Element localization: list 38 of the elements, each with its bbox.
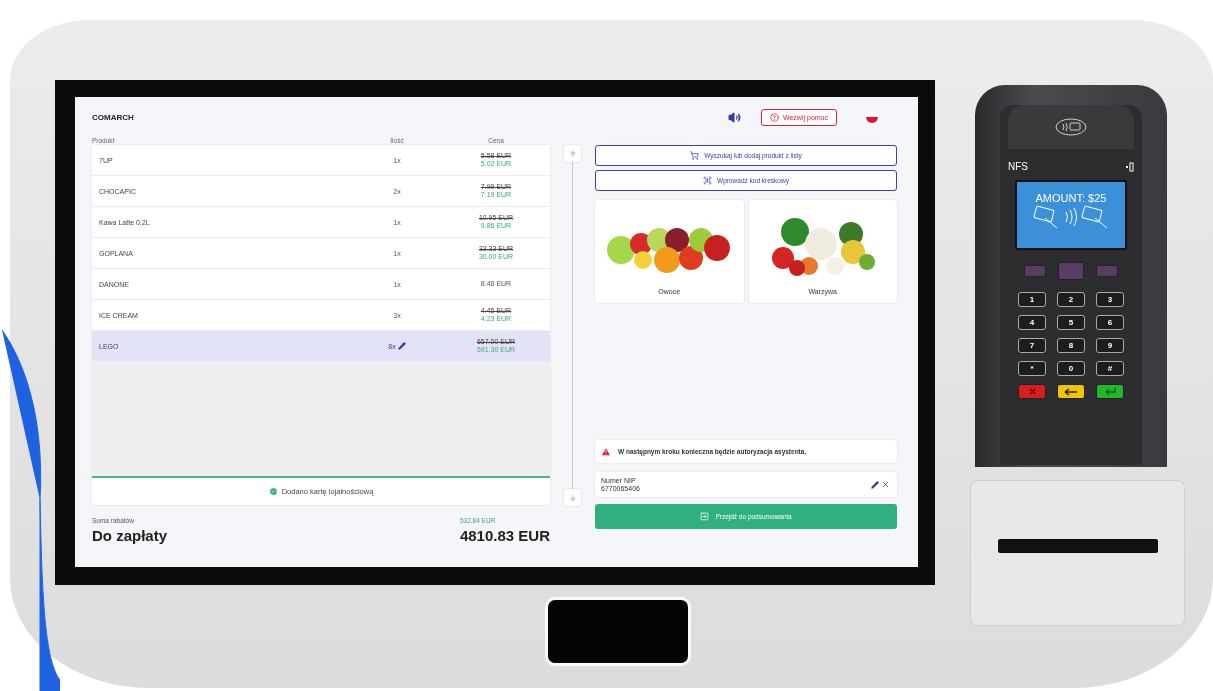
function-key — [1096, 265, 1118, 277]
keypad-key: * — [1018, 361, 1046, 376]
brand-name: COMARCH — [92, 112, 135, 122]
terminal-brand: NFS — [1008, 161, 1028, 172]
keypad-key: # — [1096, 361, 1124, 376]
cart-icon — [690, 151, 700, 160]
arrow-square-icon — [700, 512, 710, 521]
total-value: 4810.83 EUR — [459, 527, 550, 544]
keypad-key: 0 — [1057, 361, 1085, 376]
keypad-key: 5 — [1057, 315, 1085, 330]
warning-icon — [601, 446, 611, 457]
cross-icon — [1027, 387, 1037, 396]
keypad-key: 9 — [1096, 338, 1124, 353]
function-key — [1024, 265, 1046, 277]
battery-icon — [1126, 161, 1134, 172]
left-arrow-icon — [1064, 387, 1078, 396]
flag-icon[interactable] — [865, 110, 879, 124]
keypad-key: 3 — [1096, 292, 1124, 307]
speaker-icon[interactable] — [728, 110, 741, 124]
arrow-down-icon — [568, 493, 577, 502]
contactless-icon — [1054, 117, 1088, 137]
edit-icon[interactable] — [397, 342, 406, 350]
barcode-icon — [703, 176, 713, 185]
arrow-up-icon — [568, 149, 577, 158]
keypad-key: 2 — [1057, 292, 1085, 307]
close-button[interactable] — [880, 480, 891, 489]
keypad-key: 6 — [1096, 315, 1124, 330]
keypad-key: 4 — [1018, 315, 1046, 330]
help-icon — [770, 112, 779, 122]
display-amount: AMOUNT: $25 — [1035, 192, 1107, 204]
keypad-key: 7 — [1018, 338, 1046, 353]
check-icon — [268, 487, 278, 496]
edit-button[interactable] — [870, 480, 880, 489]
function-key — [1058, 262, 1084, 280]
keypad-key: 1 — [1018, 292, 1046, 307]
total-label: Do zapłaty — [92, 527, 168, 544]
keypad-key: 8 — [1057, 338, 1085, 353]
return-arrow-icon — [1104, 387, 1116, 396]
